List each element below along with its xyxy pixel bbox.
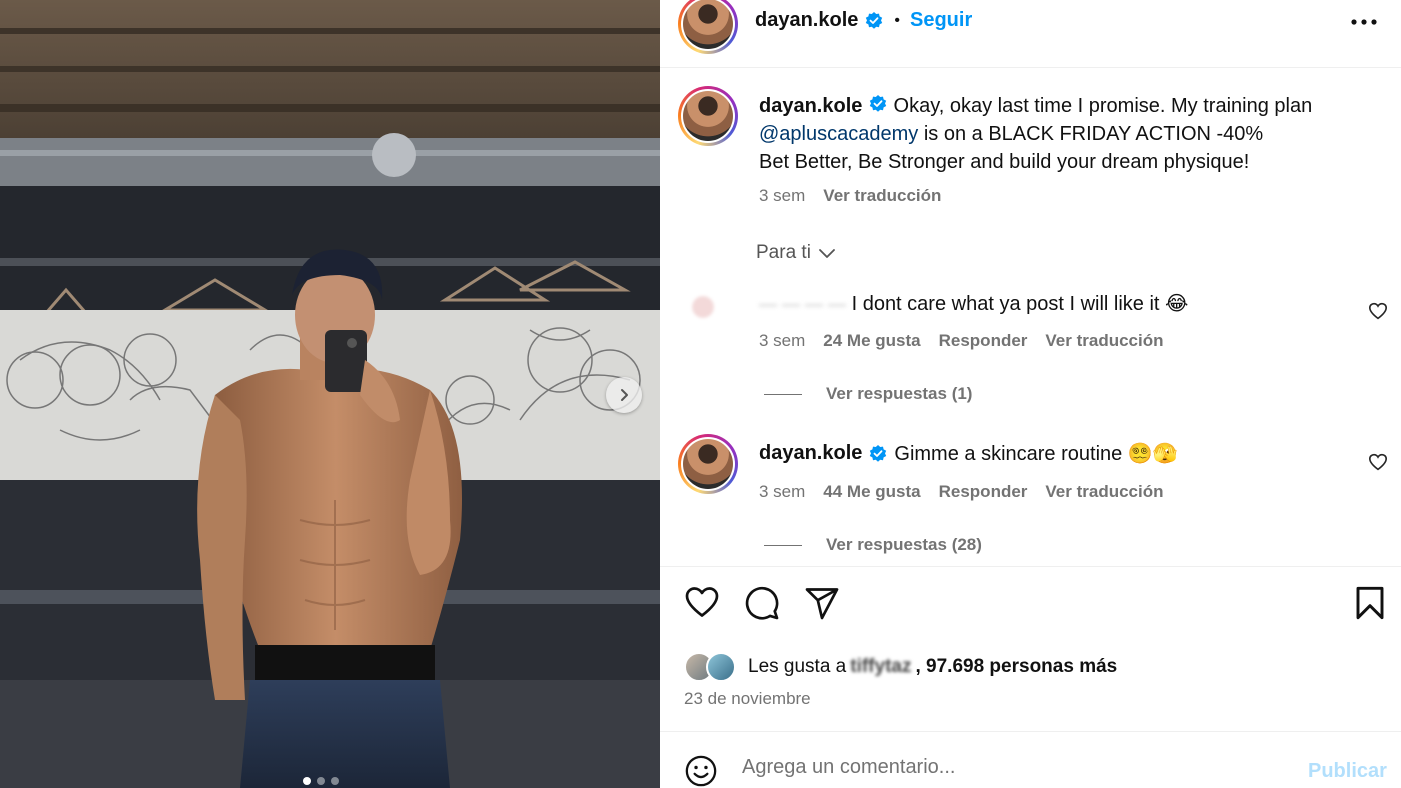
comment-input[interactable] bbox=[742, 756, 1262, 779]
carousel-dot bbox=[303, 777, 311, 785]
comment-username-blurred[interactable]: — — — — bbox=[759, 294, 846, 315]
comment-composer: Publicar bbox=[660, 732, 1401, 788]
post-details-panel: dayan.kole • Seguir dayan.kole Okay, oka… bbox=[660, 0, 1401, 788]
comments-divider bbox=[660, 566, 1401, 567]
comment-reply-button[interactable]: Responder bbox=[939, 331, 1028, 351]
caption-text: Okay, okay last time I promise. My train… bbox=[893, 95, 1313, 117]
comment-item: — — — — I dont care what ya post I will … bbox=[759, 291, 1188, 316]
share-icon[interactable] bbox=[804, 585, 840, 621]
post-action-bar bbox=[660, 585, 1401, 629]
author-username[interactable]: dayan.kole bbox=[755, 9, 858, 32]
comment-translate-link[interactable]: Ver traducción bbox=[1045, 331, 1163, 351]
comment-like-heart-icon[interactable] bbox=[1368, 453, 1388, 471]
comment-username[interactable]: dayan.kole bbox=[759, 442, 862, 465]
comment-item: dayan.kole Gimme a skincare routine 😵‍💫🫣 bbox=[759, 441, 1178, 466]
view-replies-button[interactable]: Ver respuestas (1) bbox=[764, 384, 972, 404]
comment-reply-button[interactable]: Responder bbox=[939, 482, 1028, 502]
post-media[interactable] bbox=[0, 0, 660, 788]
caption-avatar[interactable] bbox=[678, 86, 738, 146]
comment-time[interactable]: 3 sem bbox=[759, 482, 805, 502]
comment-like-heart-icon[interactable] bbox=[1368, 302, 1388, 320]
post-photo bbox=[0, 0, 660, 788]
replies-line bbox=[764, 393, 802, 395]
view-replies-label: Ver respuestas (1) bbox=[826, 384, 973, 403]
caption-translate-link[interactable]: Ver traducción bbox=[823, 186, 941, 206]
chevron-right-icon bbox=[621, 389, 628, 401]
comments-filter-label: Para ti bbox=[756, 242, 811, 263]
comment-likes-count[interactable]: 44 Me gusta bbox=[823, 482, 920, 502]
carousel-next-button[interactable] bbox=[606, 377, 642, 413]
bookmark-icon[interactable] bbox=[1354, 585, 1386, 621]
follow-button[interactable]: Seguir bbox=[910, 9, 972, 32]
separator-dot: • bbox=[894, 11, 900, 29]
caption-text-after: is on a BLACK FRIDAY ACTION -40% bbox=[918, 123, 1264, 145]
verified-badge-icon bbox=[869, 95, 887, 112]
comment-text: I dont care what ya post I will like it … bbox=[851, 293, 1189, 315]
chevron-down-icon bbox=[819, 249, 835, 258]
header-divider bbox=[660, 67, 1401, 68]
likes-prefix: Les gusta a bbox=[748, 656, 847, 677]
liker-avatars bbox=[684, 652, 740, 682]
heart-icon[interactable] bbox=[684, 585, 720, 619]
carousel-dot bbox=[331, 777, 339, 785]
comment-meta: 3 sem 24 Me gusta Responder Ver traducci… bbox=[759, 331, 1164, 351]
verified-badge-icon bbox=[866, 11, 883, 29]
more-options-icon[interactable] bbox=[1350, 10, 1378, 34]
comments-filter-dropdown[interactable]: Para ti bbox=[756, 242, 837, 264]
caption-time[interactable]: 3 sem bbox=[759, 186, 805, 206]
author-avatar[interactable] bbox=[678, 0, 738, 54]
caption-mention-link[interactable]: @apluscacademy bbox=[759, 123, 918, 145]
post-caption: dayan.kole Okay, okay last time I promis… bbox=[759, 92, 1359, 176]
comment-icon[interactable] bbox=[744, 585, 780, 621]
post-header: dayan.kole • Seguir bbox=[755, 9, 972, 32]
post-date[interactable]: 23 de noviembre bbox=[684, 689, 811, 709]
caption-meta: 3 sem Ver traducción bbox=[759, 186, 941, 206]
comment-translate-link[interactable]: Ver traducción bbox=[1045, 482, 1163, 502]
comment-avatar[interactable] bbox=[678, 434, 738, 494]
emoji-icon[interactable] bbox=[684, 754, 718, 788]
likes-count[interactable]: , 97.698 personas más bbox=[915, 656, 1117, 678]
comment-meta: 3 sem 44 Me gusta Responder Ver traducci… bbox=[759, 482, 1164, 502]
comment-time[interactable]: 3 sem bbox=[759, 331, 805, 351]
verified-badge-icon bbox=[870, 444, 887, 462]
replies-line bbox=[764, 544, 802, 546]
comment-likes-count[interactable]: 24 Me gusta bbox=[823, 331, 920, 351]
view-replies-button[interactable]: Ver respuestas (28) bbox=[764, 535, 982, 555]
carousel-indicator bbox=[303, 777, 339, 785]
caption-line-3: Bet Better, Be Stronger and build your d… bbox=[759, 151, 1250, 173]
publish-button[interactable]: Publicar bbox=[1308, 760, 1387, 783]
comment-avatar[interactable] bbox=[682, 286, 734, 338]
carousel-dot bbox=[317, 777, 325, 785]
comment-text: Gimme a skincare routine 😵‍💫🫣 bbox=[894, 443, 1178, 465]
caption-username[interactable]: dayan.kole bbox=[759, 95, 862, 117]
view-replies-label: Ver respuestas (28) bbox=[826, 535, 982, 554]
likes-blurred-user[interactable]: tiffytaz bbox=[850, 656, 911, 678]
likes-summary[interactable]: Les gusta a tiffytaz , 97.698 personas m… bbox=[684, 652, 1117, 682]
